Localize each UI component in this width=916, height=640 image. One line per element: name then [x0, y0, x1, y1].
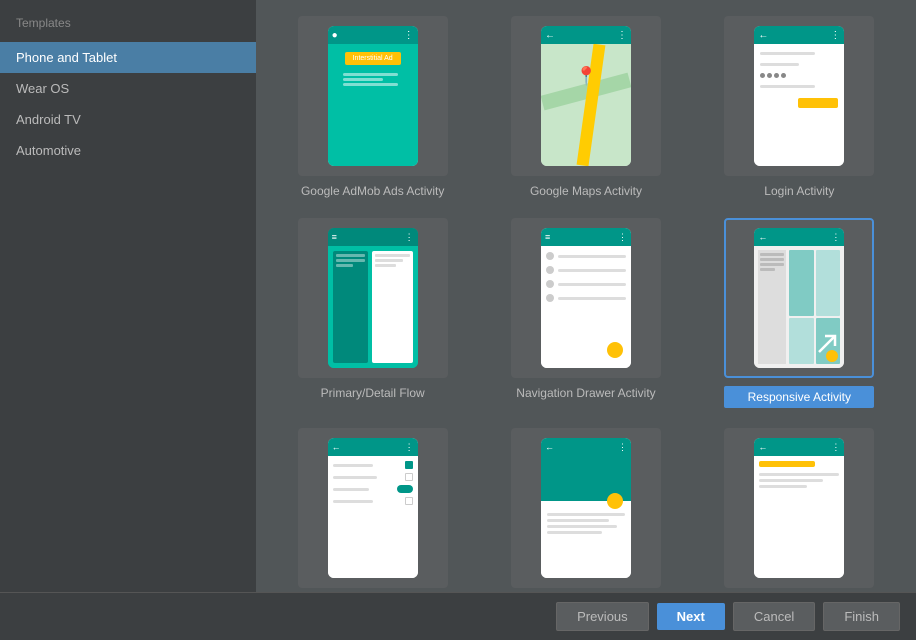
- sidebar-item-android-tv[interactable]: Android TV: [0, 104, 256, 135]
- responsive-label: Responsive Activity: [724, 386, 874, 408]
- next-button[interactable]: Next: [657, 603, 725, 630]
- main-layout: Templates Phone and Tablet Wear OS Andro…: [0, 0, 916, 592]
- template-responsive[interactable]: ← ⋮: [703, 218, 896, 408]
- sidebar-item-phone-tablet[interactable]: Phone and Tablet: [0, 42, 256, 73]
- responsive-mockup: ← ⋮: [754, 228, 844, 368]
- primary-detail-label: Primary/Detail Flow: [321, 386, 425, 400]
- template-empty-thumb: ← ⋮: [724, 428, 874, 588]
- template-primary-detail[interactable]: ≡ ⋮: [276, 218, 469, 408]
- admob-interstitial-label: Interstitial Ad: [345, 52, 401, 65]
- template-settings[interactable]: ← ⋮: [276, 428, 469, 592]
- content-area: ● ⋮ Interstitial Ad Goog: [256, 0, 916, 592]
- login-mockup: ← ⋮: [754, 26, 844, 166]
- templates-grid: ● ⋮ Interstitial Ad Goog: [276, 16, 896, 592]
- template-login[interactable]: ← ⋮: [703, 16, 896, 198]
- sidebar: Templates Phone and Tablet Wear OS Andro…: [0, 0, 256, 592]
- template-login-thumb: ← ⋮: [724, 16, 874, 176]
- admob-mockup: ● ⋮ Interstitial Ad: [328, 26, 418, 166]
- template-maps[interactable]: ← ⋮ 📍 Google Maps Activity: [489, 16, 682, 198]
- finish-button[interactable]: Finish: [823, 602, 900, 631]
- maps-mockup: ← ⋮ 📍: [541, 26, 631, 166]
- cancel-button[interactable]: Cancel: [733, 602, 815, 631]
- template-admob[interactable]: ● ⋮ Interstitial Ad Goog: [276, 16, 469, 198]
- template-admob-thumb: ● ⋮ Interstitial Ad: [298, 16, 448, 176]
- admob-top-bar: ●: [332, 30, 338, 41]
- login-label: Login Activity: [764, 184, 834, 198]
- template-primary-detail-thumb: ≡ ⋮: [298, 218, 448, 378]
- template-responsive-thumb: ← ⋮: [724, 218, 874, 378]
- nav-drawer-mockup: ≡ ⋮: [541, 228, 631, 368]
- template-maps-thumb: ← ⋮ 📍: [511, 16, 661, 176]
- template-empty[interactable]: ← ⋮ Empty Activity: [703, 428, 896, 592]
- maps-label: Google Maps Activity: [530, 184, 642, 198]
- previous-button[interactable]: Previous: [556, 602, 649, 631]
- template-scrolling[interactable]: ← ⋮: [489, 428, 682, 592]
- sidebar-item-automotive[interactable]: Automotive: [0, 135, 256, 166]
- empty-mockup: ← ⋮: [754, 438, 844, 578]
- nav-drawer-label: Navigation Drawer Activity: [516, 386, 655, 400]
- template-nav-drawer-thumb: ≡ ⋮: [511, 218, 661, 378]
- bottom-bar: Previous Next Cancel Finish: [0, 592, 916, 640]
- scrolling-mockup: ← ⋮: [541, 438, 631, 578]
- primary-detail-mockup: ≡ ⋮: [328, 228, 418, 368]
- settings-mockup: ← ⋮: [328, 438, 418, 578]
- sidebar-item-wear-os[interactable]: Wear OS: [0, 73, 256, 104]
- sidebar-title: Templates: [0, 8, 256, 42]
- admob-label: Google AdMob Ads Activity: [301, 184, 444, 198]
- template-scrolling-thumb: ← ⋮: [511, 428, 661, 588]
- template-nav-drawer[interactable]: ≡ ⋮: [489, 218, 682, 408]
- template-settings-thumb: ← ⋮: [298, 428, 448, 588]
